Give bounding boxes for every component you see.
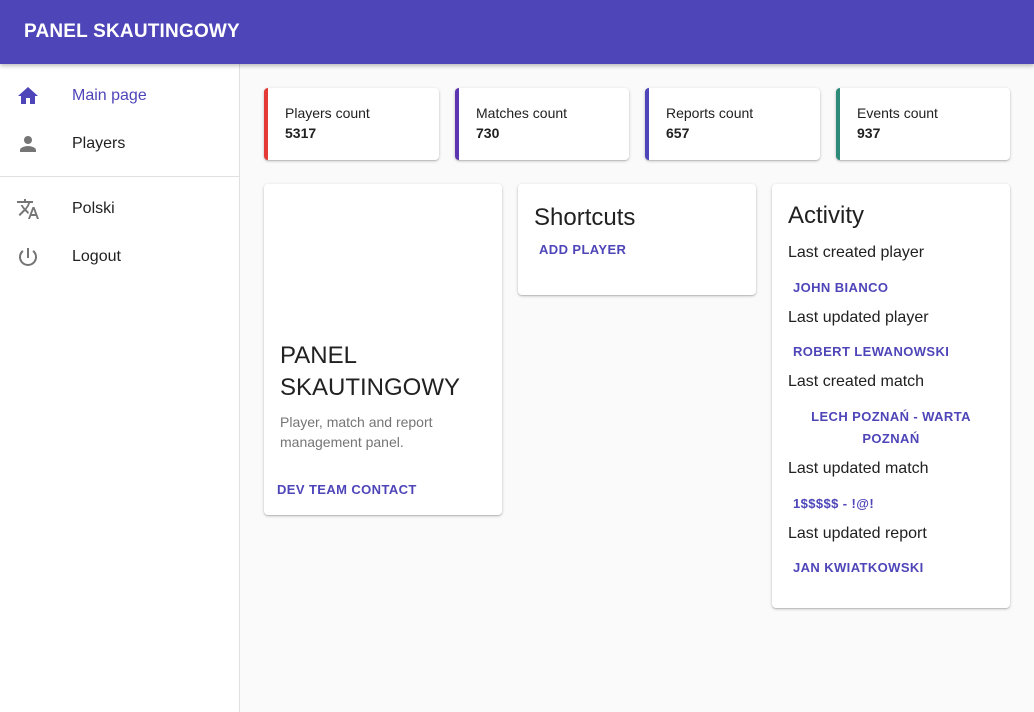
info-card-description: Player, match and report management pane… xyxy=(280,414,433,450)
activity-label: Last created player xyxy=(788,244,925,261)
stat-label: Players count xyxy=(285,105,370,121)
shortcuts-title: Shortcuts xyxy=(534,204,636,231)
sidebar: Main page Players Polski Logout xyxy=(0,64,240,712)
activity-link[interactable]: ROBERT LEWANOWSKI xyxy=(793,341,949,363)
info-card-title: PANEL SKAUTINGOWY xyxy=(280,342,461,401)
stat-value: 730 xyxy=(476,125,500,141)
activity-label: Last updated player xyxy=(788,309,929,326)
power-icon xyxy=(16,245,40,269)
activity-link[interactable]: JOHN BIANCO xyxy=(793,277,888,299)
sidebar-item-main-page[interactable]: Main page xyxy=(0,72,239,120)
shortcuts-card: Shortcuts ADD PLAYER xyxy=(518,184,756,295)
activity-label: Last updated match xyxy=(788,460,929,477)
stat-value: 657 xyxy=(666,125,690,141)
person-icon xyxy=(16,132,40,156)
sidebar-item-players[interactable]: Players xyxy=(0,120,239,168)
add-player-button[interactable]: ADD PLAYER xyxy=(534,238,631,261)
activity-link[interactable]: 1$$$$$ - !@! xyxy=(793,493,874,515)
sidebar-item-label: Main page xyxy=(72,87,147,104)
stat-card-reports: Reports count 657 xyxy=(645,88,820,160)
app-title: PANEL SKAUTINGOWY xyxy=(24,21,240,42)
activity-card: Activity Last created player JOHN BIANCO… xyxy=(772,184,1010,608)
sidebar-item-language[interactable]: Polski xyxy=(0,185,239,233)
app-bar: PANEL SKAUTINGOWY xyxy=(0,0,1034,64)
info-card: PANEL SKAUTINGOWY Player, match and repo… xyxy=(264,184,502,515)
sidebar-item-label: Logout xyxy=(72,248,121,265)
stat-value: 5317 xyxy=(285,125,317,141)
activity-label: Last updated report xyxy=(788,525,927,542)
activity-link[interactable]: LECH POZNAŃ - WARTA POZNAŃ xyxy=(793,406,989,450)
sidebar-item-label: Players xyxy=(72,135,126,152)
stat-card-matches: Matches count 730 xyxy=(455,88,629,160)
translate-icon xyxy=(16,197,40,221)
stat-value: 937 xyxy=(857,125,881,141)
activity-link[interactable]: JAN KWIATKOWSKI xyxy=(793,557,924,579)
activity-title: Activity xyxy=(788,202,865,229)
stat-card-players: Players count 5317 xyxy=(264,88,439,160)
stat-label: Matches count xyxy=(476,105,568,121)
dev-team-contact-button[interactable]: DEV TEAM CONTACT xyxy=(269,478,425,501)
stat-label: Reports count xyxy=(666,105,754,121)
stat-card-events: Events count 937 xyxy=(836,88,1010,160)
sidebar-item-label: Polski xyxy=(72,200,115,217)
sidebar-divider xyxy=(0,176,239,177)
sidebar-item-logout[interactable]: Logout xyxy=(0,233,239,281)
stat-label: Events count xyxy=(857,105,938,121)
home-icon xyxy=(16,84,40,108)
activity-label: Last created match xyxy=(788,373,925,390)
